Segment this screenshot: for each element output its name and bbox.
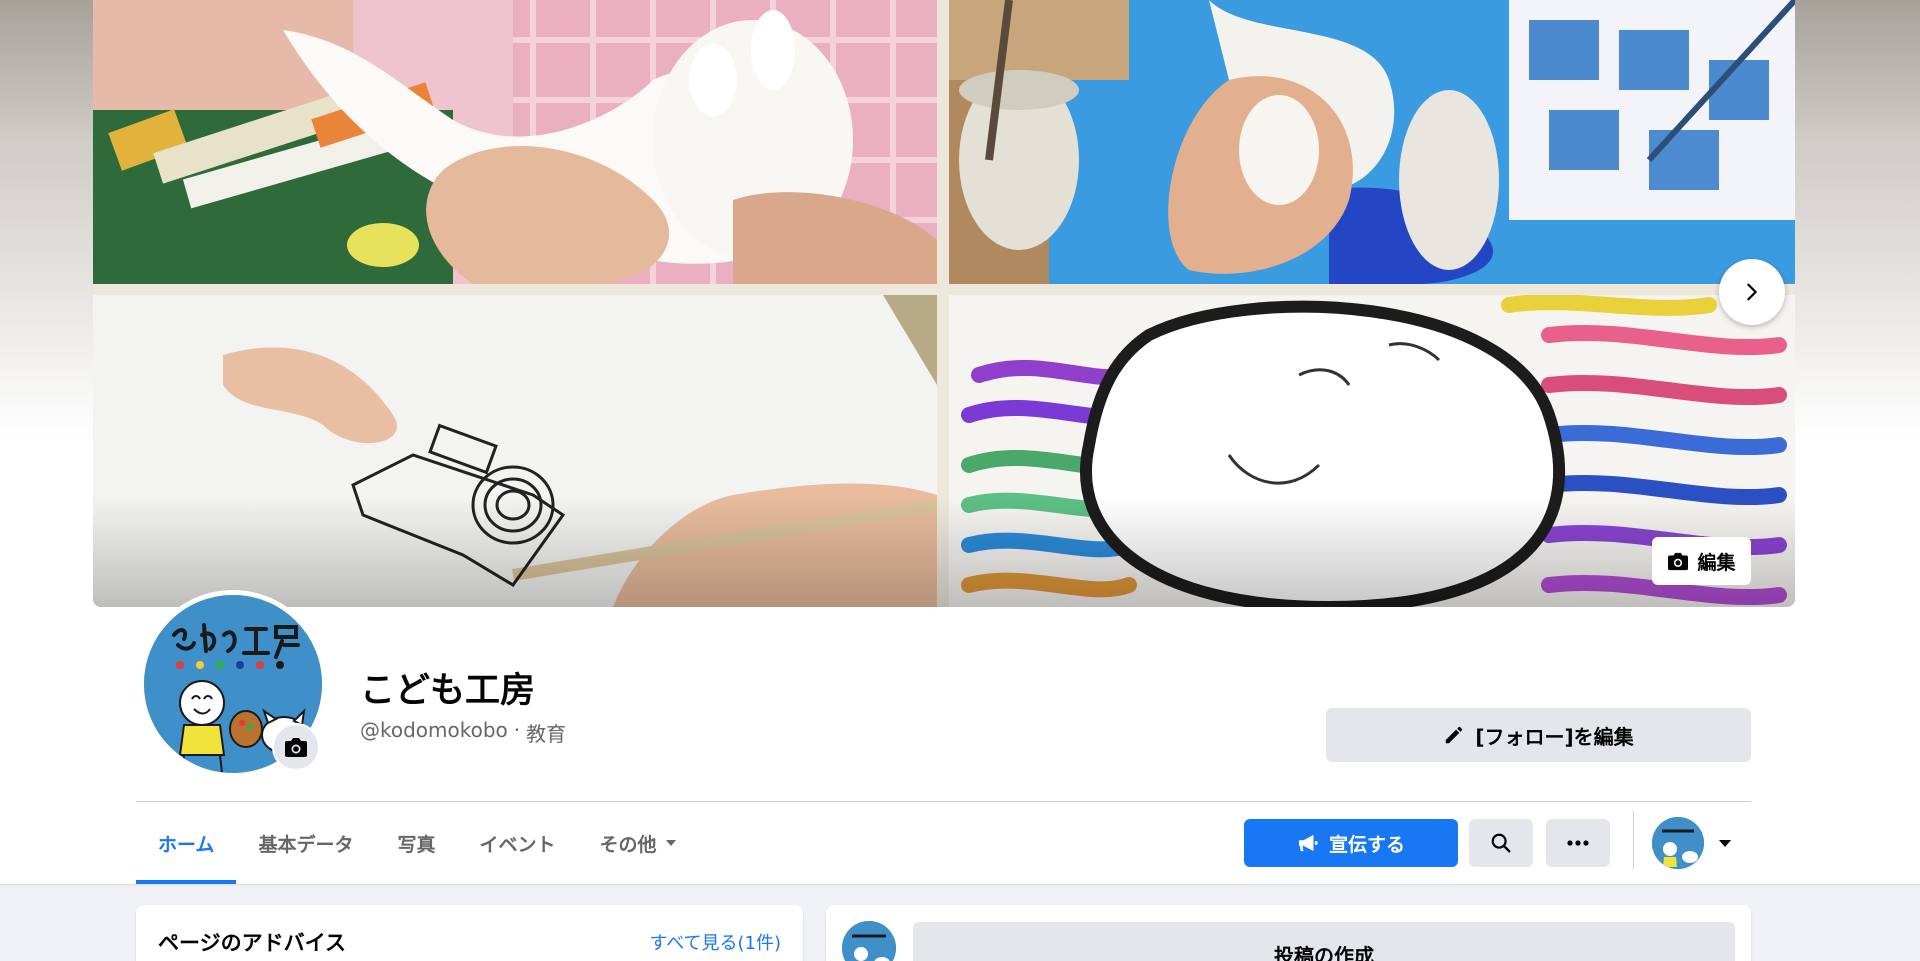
- see-all-link[interactable]: すべて見る(1件): [649, 929, 781, 955]
- page-title: こども工房: [360, 671, 536, 711]
- caret-down-icon: [665, 840, 676, 846]
- page-category[interactable]: 教育: [526, 718, 566, 747]
- cover-photo-camera-drawing: [93, 295, 937, 607]
- more-horizontal-icon: [1567, 840, 1589, 846]
- tab-events[interactable]: イベント: [457, 802, 577, 884]
- subtitle-separator: ·: [513, 718, 521, 742]
- pencil-icon: [1446, 726, 1463, 744]
- search-button[interactable]: [1469, 819, 1533, 867]
- switcher-avatar: [1652, 817, 1704, 869]
- page-tips-title: ページのアドバイス: [158, 931, 346, 955]
- tab-label: 写真: [397, 833, 436, 856]
- search-icon: [1491, 833, 1511, 853]
- tab-label: その他: [599, 833, 657, 856]
- tab-about[interactable]: 基本データ: [236, 802, 375, 884]
- camera-icon: [1668, 552, 1689, 571]
- create-post-card: 投稿の作成: [826, 905, 1751, 961]
- edit-cover-button[interactable]: 編集: [1652, 537, 1751, 585]
- profile-switcher[interactable]: [1652, 816, 1732, 870]
- tab-photos[interactable]: 写真: [375, 802, 457, 884]
- avatar: [842, 921, 896, 961]
- create-post-button[interactable]: 投稿の作成: [913, 922, 1735, 961]
- page-subtitle: @kodomokobo · 教育: [360, 718, 566, 747]
- edit-follow-label: [フォロー]を編集: [1475, 724, 1634, 749]
- tab-label: イベント: [479, 833, 556, 856]
- chevron-right-icon: [1747, 283, 1757, 301]
- megaphone-icon: [1298, 834, 1318, 852]
- cover-photo-clay-snail: [93, 0, 937, 284]
- promote-button[interactable]: 宣伝する: [1244, 819, 1458, 867]
- edit-follow-button[interactable]: [フォロー]を編集: [1326, 708, 1751, 762]
- camera-icon: [285, 738, 307, 757]
- edit-cover-label: 編集: [1697, 551, 1736, 574]
- tab-label: 基本データ: [258, 833, 354, 856]
- cover-next-button[interactable]: [1719, 259, 1785, 325]
- more-options-button[interactable]: [1546, 819, 1610, 867]
- create-post-label: 投稿の作成: [1274, 944, 1374, 961]
- page-handle[interactable]: @kodomokobo: [360, 718, 508, 747]
- page-tips-card: ページのアドバイス すべて見る(1件): [136, 905, 803, 961]
- cover-photo[interactable]: [93, 0, 1795, 607]
- action-separator: [1633, 811, 1634, 869]
- tab-home[interactable]: ホーム: [136, 802, 237, 884]
- tab-label: ホーム: [158, 833, 215, 856]
- caret-down-icon: [1719, 839, 1731, 847]
- page-tabs: ホーム 基本データ 写真 イベント その他: [136, 802, 699, 884]
- update-profile-picture-button[interactable]: [272, 723, 320, 771]
- promote-label: 宣伝する: [1328, 833, 1405, 856]
- tab-more[interactable]: その他: [577, 802, 698, 884]
- cover-photo-clay-figure: [949, 0, 1795, 284]
